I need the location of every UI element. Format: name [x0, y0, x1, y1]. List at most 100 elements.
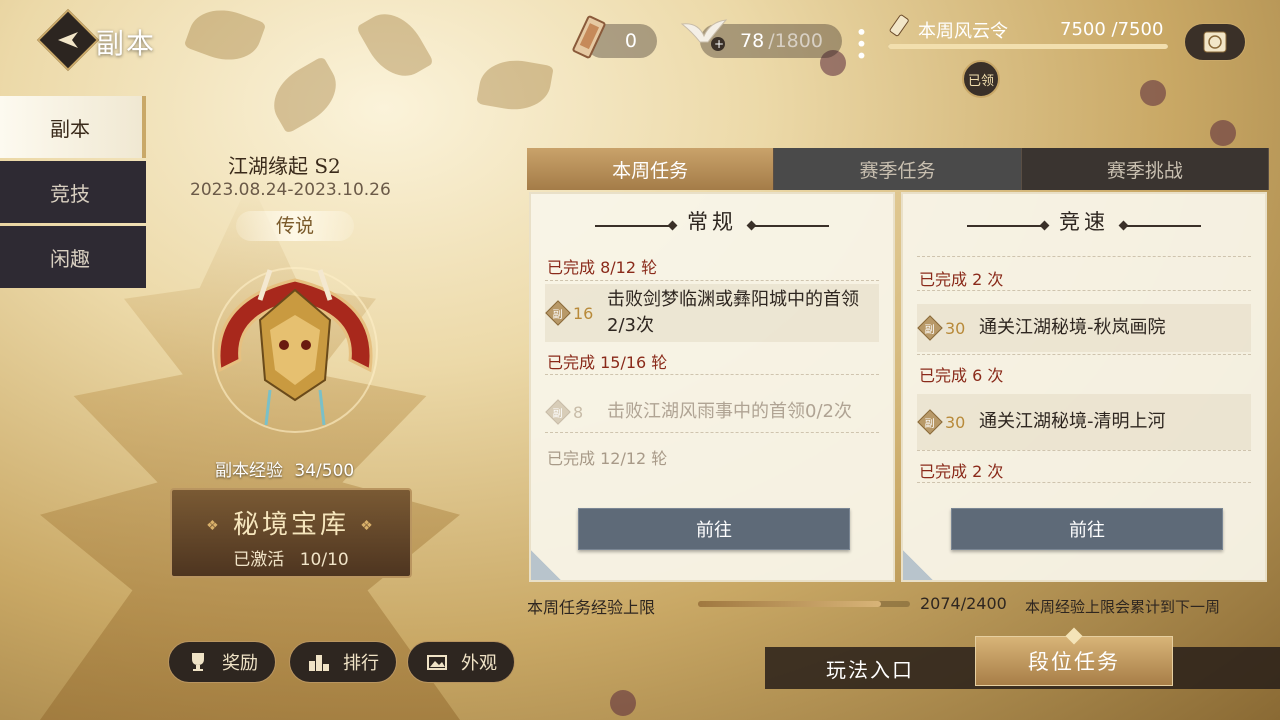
reward-value: 8: [573, 402, 584, 422]
ginkgo-leaf-decor: [355, 2, 435, 88]
regular-done-2: 已完成 15/16 轮: [547, 353, 668, 372]
crane-icon: +: [680, 19, 728, 51]
season-title: 江湖缘起 S2: [228, 154, 341, 178]
corner-decor: [531, 550, 561, 580]
back-arrow-icon: [58, 32, 78, 48]
plum-blossom-decor: [1140, 80, 1166, 106]
speed-task-1[interactable]: 副 30 通关江湖秘境-秋岚画院: [917, 304, 1251, 352]
speed-task-card: 竞速 已完成 2 次 副 30 通关江湖秘境-秋岚画院 已完成 6 次 副 30…: [901, 192, 1267, 582]
redeem-button[interactable]: [1184, 23, 1246, 61]
speed-task-2[interactable]: 副 30 通关江湖秘境-清明上河: [917, 394, 1251, 450]
gameplay-entry-button[interactable]: 玩法入口: [765, 647, 975, 689]
secret-treasury-card[interactable]: ❖ 秘境宝库 ❖ 已激活 10/10: [170, 488, 412, 578]
tab-season-tasks[interactable]: 赛季任务: [774, 148, 1022, 190]
ornament-icon: ❖: [360, 518, 376, 534]
task-description: 通关江湖秘境-秋岚画院: [979, 317, 1166, 338]
task-reward: 副 16: [545, 300, 607, 326]
appearance-icon: [425, 650, 449, 674]
row-divider: [917, 256, 1251, 257]
reward-button[interactable]: 奖励: [168, 641, 276, 683]
row-divider: [917, 290, 1251, 291]
side-tab-dungeon[interactable]: 副本: [0, 96, 146, 158]
divider: [1123, 225, 1201, 227]
regular-done-1: 已完成 8/12 轮: [547, 258, 658, 277]
regular-task-2[interactable]: 副 8 击败江湖风雨事中的首领0/2次: [545, 394, 879, 430]
task-description: 通关江湖秘境-清明上河: [979, 411, 1166, 432]
stamina-value: 78: [740, 30, 765, 52]
tab-weekly-tasks[interactable]: 本周任务: [527, 148, 775, 190]
plum-blossom-decor: [1210, 120, 1236, 146]
task-description: 击败剑梦临渊或彝阳城中的首领2/3次: [607, 289, 859, 336]
rank-task-button[interactable]: 段位任务: [975, 636, 1173, 686]
rank-badge: 传说: [236, 211, 354, 241]
back-button[interactable]: [36, 8, 100, 72]
token-count: 0: [624, 30, 637, 52]
regular-task-1[interactable]: 副 16 击败剑梦临渊或彝阳城中的首领2/3次: [545, 284, 879, 342]
reward-value: 16: [573, 303, 594, 323]
token-scroll-icon: [572, 15, 606, 59]
trophy-icon: [186, 650, 210, 674]
weekly-exp-value: 2074/2400: [920, 594, 1007, 613]
weekly-exp-progress-fill: [698, 601, 882, 607]
corner-decor: [903, 550, 933, 580]
reward-value: 30: [945, 318, 966, 338]
podium-icon: [307, 650, 331, 674]
more-options-icon[interactable]: •••: [849, 26, 873, 61]
weekly-exp-progress: [698, 601, 910, 607]
tab-season-challenges[interactable]: 赛季挑战: [1021, 148, 1269, 190]
weekly-token-icon: [889, 14, 909, 37]
appearance-label: 外观: [461, 653, 497, 674]
weekly-exp-note: 本周经验上限会累计到下一周: [1025, 598, 1221, 616]
ginkgo-leaf-decor: [183, 0, 267, 71]
task-tabs: 本周任务 赛季任务 赛季挑战: [527, 148, 1269, 190]
task-reward: 副 8: [545, 399, 607, 425]
ranking-label: 排行: [343, 653, 379, 674]
reward-label: 奖励: [222, 653, 258, 674]
side-tabs: 副本 竞技 闲趣: [0, 96, 146, 291]
dungeon-exp-value: 34/500: [294, 461, 355, 481]
ornament-icon: ❖: [206, 518, 222, 534]
speed-go-button[interactable]: 前往: [951, 508, 1223, 550]
weekly-token-title: 本周风云令: [918, 21, 1008, 42]
weekly-exp-cap-label: 本周任务经验上限: [527, 598, 656, 617]
plum-blossom-decor: [610, 690, 636, 716]
page-title: 副本: [96, 27, 157, 60]
season-dates: 2023.08.24-2023.10.26: [190, 180, 391, 200]
regular-go-button[interactable]: 前往: [578, 508, 850, 550]
speed-done-1: 已完成 2 次: [919, 270, 1004, 289]
ginkgo-leaf-decor: [476, 54, 554, 116]
dungeon-exp: 副本经验 34/500: [215, 456, 354, 481]
divider: [751, 225, 829, 227]
treasury-title: 秘境宝库: [232, 510, 349, 540]
weekly-token-value: 7500 /7500: [1060, 19, 1164, 40]
row-divider: [917, 450, 1251, 451]
ranking-button[interactable]: 排行: [289, 641, 397, 683]
row-divider: [545, 432, 879, 433]
side-tab-arena[interactable]: 竞技: [0, 161, 146, 223]
weekly-token-progress-fill: [888, 44, 1168, 49]
weekly-token-progress: [888, 44, 1168, 49]
treasury-count: 10/10: [299, 550, 349, 570]
task-description: 击败江湖风雨事中的首领0/2次: [607, 401, 852, 422]
side-tab-leisure[interactable]: 闲趣: [0, 226, 146, 288]
treasury-status-row: 已激活 10/10: [172, 545, 410, 570]
svg-text:+: +: [714, 37, 724, 51]
appearance-button[interactable]: 外观: [407, 641, 515, 683]
treasury-status: 已激活: [233, 550, 285, 570]
task-reward: 副 30: [917, 315, 979, 341]
redeem-scroll-icon: [1203, 31, 1227, 53]
dungeon-exp-icon: 副: [917, 409, 943, 435]
row-divider: [917, 482, 1251, 483]
regular-done-3: 已完成 12/12 轮: [547, 449, 668, 468]
dungeon-exp-icon: 副: [545, 399, 571, 425]
dungeon-exp-icon: 副: [545, 300, 571, 326]
regular-card-title: 常规: [687, 210, 737, 234]
dragon-rank-emblem[interactable]: [200, 260, 390, 440]
dungeon-exp-icon: 副: [917, 315, 943, 341]
speed-card-title: 竞速: [1059, 210, 1109, 234]
speed-done-3: 已完成 2 次: [919, 462, 1004, 481]
stamina-max: /1800: [768, 30, 823, 52]
regular-task-card: 常规 已完成 8/12 轮 副 16 击败剑梦临渊或彝阳城中的首领2/3次 已完…: [529, 192, 895, 582]
weekly-claimed-badge[interactable]: 已领: [962, 60, 1000, 98]
row-divider: [545, 280, 879, 281]
